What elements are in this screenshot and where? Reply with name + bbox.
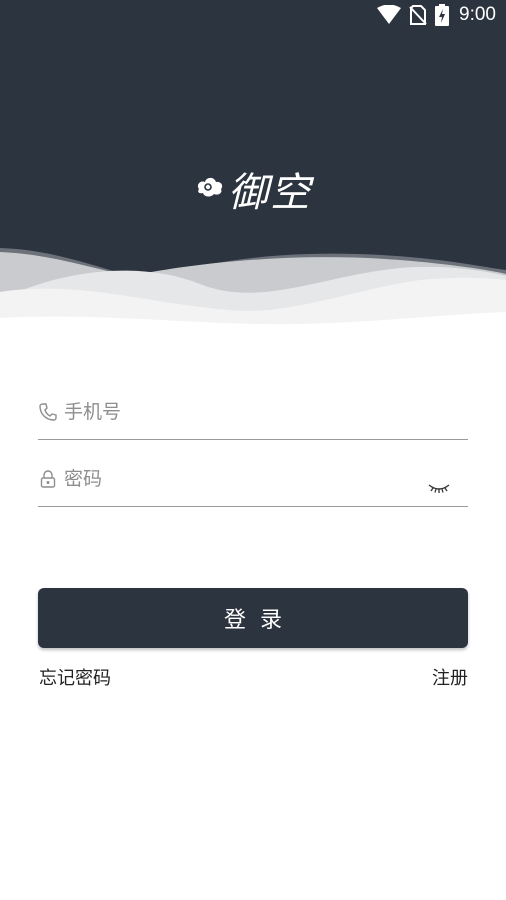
- no-sim-icon: [409, 5, 427, 25]
- password-input[interactable]: [64, 464, 426, 494]
- phone-input[interactable]: [64, 397, 468, 427]
- phone-field[interactable]: [38, 385, 468, 440]
- login-button[interactable]: 登录: [38, 588, 468, 648]
- logo-text: 御空: [228, 170, 312, 216]
- phone-icon: [38, 402, 58, 422]
- wifi-icon: [377, 5, 402, 25]
- lock-icon: [38, 469, 58, 489]
- password-field[interactable]: [38, 452, 468, 507]
- battery-charging-icon: [435, 4, 450, 26]
- status-time: 9:00: [459, 4, 496, 25]
- header-waves: [0, 248, 506, 340]
- status-bar: 9:00: [0, 0, 506, 34]
- forgot-password-link[interactable]: 忘记密码: [39, 664, 111, 690]
- app-logo: 御空: [196, 160, 312, 218]
- cloud-swirl-icon: [196, 175, 224, 203]
- eye-closed-icon[interactable]: [426, 478, 452, 498]
- register-link[interactable]: 注册: [432, 664, 468, 690]
